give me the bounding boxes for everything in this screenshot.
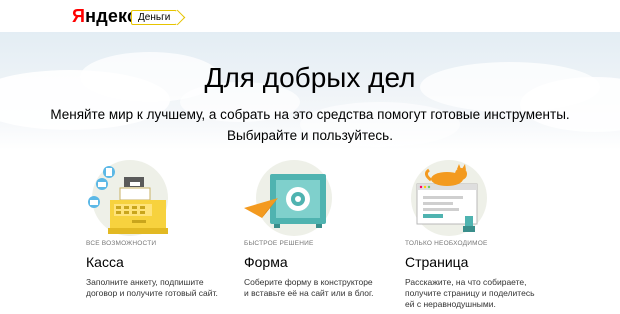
description-line: и вставьте её на сайт или в блог.: [244, 288, 374, 298]
feature-description: Расскажите, на что собираете, получите с…: [405, 277, 570, 310]
feature-caption: только необходимое: [405, 240, 488, 247]
logo-letter: Я: [72, 6, 86, 26]
description-line: договор и получите готовый сайт.: [86, 288, 218, 298]
subtitle-line: Меняйте мир к лучшему, а собрать на это …: [50, 107, 570, 122]
cash-register-icon[interactable]: [86, 160, 216, 236]
page-title: Для добрых дел: [204, 62, 416, 93]
safe-paper-plane-icon[interactable]: [244, 160, 374, 236]
feature-caption: все возможности: [86, 240, 157, 247]
feature-title[interactable]: Страница: [405, 254, 468, 270]
browser-cat-icon[interactable]: [405, 160, 535, 236]
description-line: ей с неравнодушными.: [405, 299, 496, 309]
feature-caption: быстрое решение: [244, 240, 314, 247]
feature-kassa[interactable]: все возможности Касса Заполните анкету, …: [86, 160, 261, 298]
top-bar: Яндекс Деньги: [0, 0, 620, 32]
subtitle-line: Выбирайте и пользуйтесь.: [227, 128, 393, 143]
description-line: получите страницу и поделитесь: [405, 288, 535, 298]
description-line: Заполните анкету, подпишите: [86, 277, 204, 287]
logo-text: ндекс: [85, 6, 138, 26]
service-badge-label: Деньги: [138, 12, 171, 23]
page-subtitle: Меняйте мир к лучшему, а собрать на это …: [0, 104, 620, 146]
feature-description: Соберите форму в конструкторе и вставьте…: [244, 277, 409, 299]
feature-forma[interactable]: быстрое решение Форма Соберите форму в к…: [244, 160, 419, 298]
description-line: Расскажите, на что собираете,: [405, 277, 527, 287]
yandex-logo[interactable]: Яндекс: [72, 6, 137, 27]
feature-title[interactable]: Касса: [86, 254, 124, 270]
description-line: Соберите форму в конструкторе: [244, 277, 373, 287]
feature-stranitsa[interactable]: только необходимое Страница Расскажите, …: [405, 160, 580, 309]
feature-title[interactable]: Форма: [244, 254, 288, 270]
service-badge-money[interactable]: Деньги: [131, 10, 178, 25]
feature-description: Заполните анкету, подпишите договор и по…: [86, 277, 251, 299]
